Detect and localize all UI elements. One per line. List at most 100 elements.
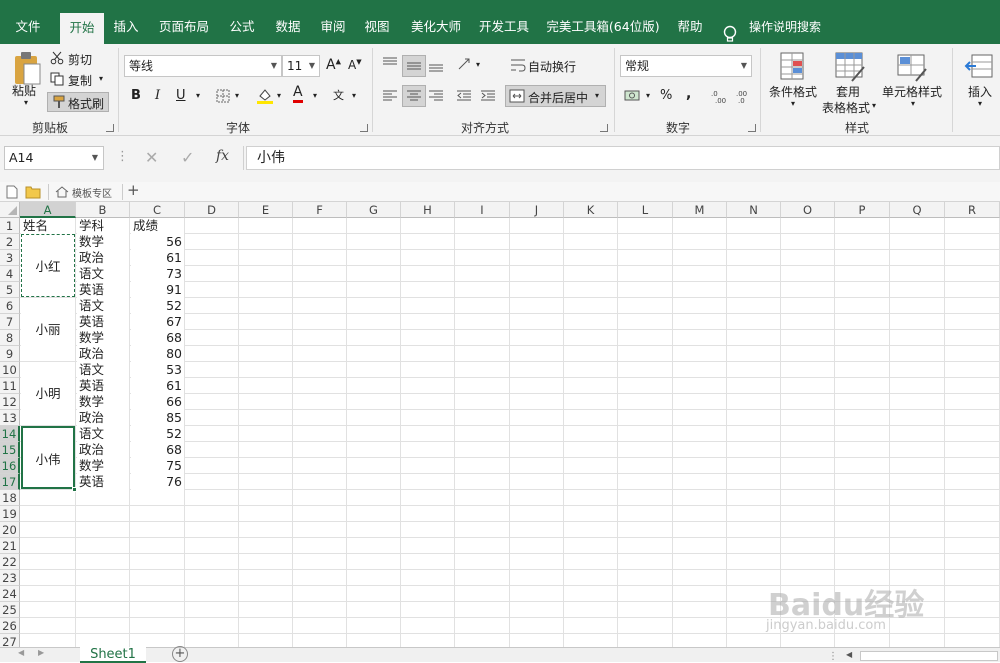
- score-cell[interactable]: 52: [131, 426, 184, 442]
- column-header-m[interactable]: M: [673, 202, 727, 218]
- score-cell[interactable]: 80: [131, 346, 184, 362]
- column-header-i[interactable]: I: [455, 202, 510, 218]
- score-cell[interactable]: 73: [131, 266, 184, 282]
- alignment-launcher-icon[interactable]: [600, 124, 608, 132]
- percent-button[interactable]: %: [660, 88, 672, 103]
- header-cell[interactable]: 学科: [77, 218, 129, 234]
- cancel-icon[interactable]: ✕: [145, 148, 158, 167]
- fill-color-icon[interactable]: [256, 87, 274, 105]
- row-header-10[interactable]: 10: [0, 362, 20, 378]
- align-middle-icon[interactable]: [406, 59, 422, 73]
- row-header-17[interactable]: 17: [0, 474, 20, 490]
- paste-dropdown-icon[interactable]: ▾: [24, 98, 28, 107]
- column-header-b[interactable]: B: [76, 202, 130, 218]
- tab-data[interactable]: 数据: [270, 8, 306, 44]
- row-header-14[interactable]: 14: [0, 426, 20, 442]
- borders-dropdown-icon[interactable]: ▾: [235, 91, 239, 100]
- phonetic-button[interactable]: 文: [333, 87, 344, 103]
- column-header-l[interactable]: L: [618, 202, 673, 218]
- row-header-12[interactable]: 12: [0, 394, 20, 410]
- column-header-r[interactable]: R: [945, 202, 1000, 218]
- shrink-font-button[interactable]: A▼: [348, 58, 362, 72]
- format-as-table-icon[interactable]: [834, 51, 866, 83]
- score-cell[interactable]: 85: [131, 410, 184, 426]
- fill-color-dropdown-icon[interactable]: ▾: [277, 91, 281, 100]
- align-center-icon[interactable]: [406, 89, 422, 103]
- insert-cells-icon[interactable]: [964, 51, 994, 81]
- comma-button[interactable]: ,: [686, 86, 691, 102]
- row-header-22[interactable]: 22: [0, 554, 20, 570]
- copy-dropdown-icon[interactable]: ▾: [99, 74, 103, 83]
- column-header-h[interactable]: H: [401, 202, 455, 218]
- select-all-corner[interactable]: [0, 202, 20, 218]
- scissors-icon[interactable]: [50, 51, 64, 65]
- row-header-11[interactable]: 11: [0, 378, 20, 394]
- tab-beautify[interactable]: 美化大师: [404, 8, 468, 44]
- scroll-left-icon[interactable]: ◀: [846, 650, 852, 659]
- conditional-format-dropdown-icon[interactable]: ▾: [791, 99, 795, 108]
- row-header-19[interactable]: 19: [0, 506, 20, 522]
- insert-function-button[interactable]: fx: [216, 148, 229, 164]
- column-header-g[interactable]: G: [347, 202, 401, 218]
- paste-icon[interactable]: [12, 50, 42, 86]
- scroll-splitter-icon[interactable]: ⋮: [828, 651, 838, 662]
- subject-cell[interactable]: 数学: [77, 394, 129, 410]
- column-header-e[interactable]: E: [239, 202, 293, 218]
- decrease-decimal-icon[interactable]: .00.0: [733, 88, 751, 104]
- font-color-button[interactable]: A: [293, 85, 303, 103]
- font-color-dropdown-icon[interactable]: ▾: [313, 91, 317, 100]
- copy-button[interactable]: 复制: [68, 72, 92, 89]
- decrease-indent-icon[interactable]: [456, 89, 472, 103]
- format-as-table-label-2[interactable]: 表格格式: [822, 99, 870, 116]
- score-cell[interactable]: 68: [131, 442, 184, 458]
- score-cell[interactable]: 52: [131, 298, 184, 314]
- subject-cell[interactable]: 英语: [77, 282, 129, 298]
- subject-cell[interactable]: 政治: [77, 346, 129, 362]
- merge-dropdown-icon[interactable]: ▾: [595, 91, 599, 100]
- conditional-format-icon[interactable]: [779, 51, 811, 83]
- name-merged-cell[interactable]: 小红: [21, 234, 75, 297]
- wrap-text-button[interactable]: 自动换行: [528, 58, 576, 75]
- grow-font-button[interactable]: A▲: [326, 57, 341, 73]
- name-merged-cell[interactable]: 小明: [21, 362, 75, 425]
- name-merged-cell[interactable]: 小伟: [21, 426, 75, 489]
- underline-dropdown-icon[interactable]: ▾: [196, 91, 200, 100]
- column-header-c[interactable]: C: [130, 202, 185, 218]
- template-zone-tab[interactable]: 模板专区: [72, 185, 112, 200]
- folder-icon[interactable]: [25, 185, 41, 199]
- currency-dropdown-icon[interactable]: ▾: [646, 91, 650, 100]
- header-cell[interactable]: 姓名: [21, 218, 75, 234]
- subject-cell[interactable]: 英语: [77, 314, 129, 330]
- format-as-table-label-1[interactable]: 套用: [836, 83, 860, 100]
- paste-button[interactable]: 粘贴: [12, 82, 36, 99]
- row-header-8[interactable]: 8: [0, 330, 20, 346]
- column-header-o[interactable]: O: [781, 202, 835, 218]
- tab-toolbox[interactable]: 完美工具箱(64位版): [544, 8, 662, 44]
- column-header-j[interactable]: J: [510, 202, 564, 218]
- subject-cell[interactable]: 政治: [77, 410, 129, 426]
- subject-cell[interactable]: 政治: [77, 250, 129, 266]
- column-header-p[interactable]: P: [835, 202, 890, 218]
- tab-file[interactable]: 文件: [6, 8, 50, 44]
- phonetic-dropdown-icon[interactable]: ▾: [352, 91, 356, 100]
- subject-cell[interactable]: 英语: [77, 474, 129, 490]
- row-header-1[interactable]: 1: [0, 218, 20, 234]
- tab-developer[interactable]: 开发工具: [474, 8, 534, 44]
- score-cell[interactable]: 68: [131, 330, 184, 346]
- score-cell[interactable]: 61: [131, 378, 184, 394]
- subject-cell[interactable]: 数学: [77, 234, 129, 250]
- row-header-18[interactable]: 18: [0, 490, 20, 506]
- format-painter-button[interactable]: 格式刷: [68, 95, 104, 112]
- formula-input[interactable]: 小伟: [246, 146, 1000, 170]
- clipboard-launcher-icon[interactable]: [106, 124, 114, 132]
- orientation-dropdown-icon[interactable]: ▾: [476, 60, 480, 69]
- insert-button[interactable]: 插入: [968, 83, 992, 100]
- font-launcher-icon[interactable]: [360, 124, 368, 132]
- next-sheet-icon[interactable]: ▶: [38, 648, 44, 657]
- row-header-2[interactable]: 2: [0, 234, 20, 250]
- cell-styles-icon[interactable]: [896, 51, 928, 83]
- new-file-icon[interactable]: [6, 185, 18, 199]
- cut-button[interactable]: 剪切: [68, 51, 92, 68]
- row-header-6[interactable]: 6: [0, 298, 20, 314]
- row-header-25[interactable]: 25: [0, 602, 20, 618]
